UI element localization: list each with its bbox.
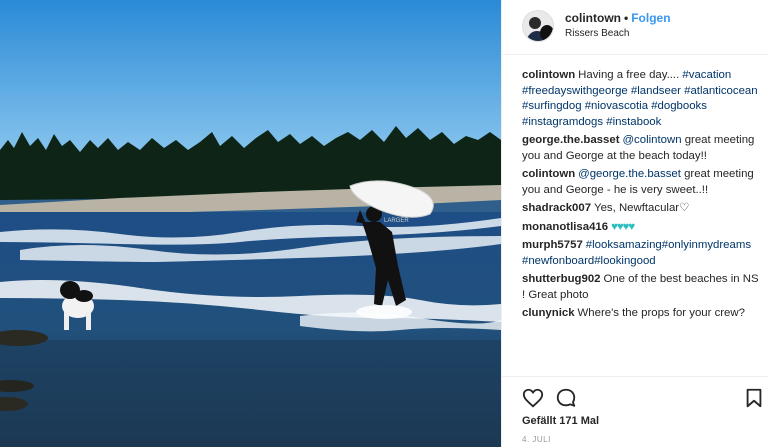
- comments-list: colintown Having a free day.... #vacation…: [522, 68, 764, 325]
- comment-item: shutterbug902 One of the best beaches in …: [522, 272, 764, 303]
- beach-surfer-dog-image: LARGER: [0, 0, 501, 447]
- avatar-image: [523, 11, 553, 41]
- post-sidebar: colintown • Folgen Rissers Beach colintown…: [501, 0, 768, 447]
- svg-text:LARGER: LARGER: [384, 218, 409, 224]
- comment-item: shadrack007 Yes, Newftacular♡: [522, 201, 764, 217]
- heart-outline-icon[interactable]: [522, 387, 544, 409]
- likes-count[interactable]: Gefällt 171 Mal: [522, 415, 599, 427]
- follow-button[interactable]: Folgen: [631, 11, 670, 25]
- hashtag-link[interactable]: #instagramdogs: [522, 116, 603, 128]
- hashtag-link[interactable]: #freedayswithgeorge: [522, 85, 628, 97]
- hashtag-link[interactable]: #onlyinmydreams: [662, 239, 751, 251]
- hashtag-link[interactable]: #instabook: [606, 116, 661, 128]
- comment-text: Having a free day....: [578, 69, 683, 81]
- comment-item: george.the.basset @colintown great meetin…: [522, 133, 764, 164]
- hashtag-link[interactable]: @colintown: [622, 134, 681, 146]
- header-separator: •: [624, 11, 629, 25]
- comment-item: colintown @george.the.basset great meetin…: [522, 167, 764, 198]
- hashtag-link[interactable]: #surfingdog: [522, 100, 582, 112]
- avatar[interactable]: [522, 10, 554, 42]
- comment-username[interactable]: clunynick: [522, 307, 575, 319]
- comment-username[interactable]: shadrack007: [522, 202, 591, 214]
- comment-item: clunynick Where's the props for your crew…: [522, 306, 764, 322]
- hashtag-link[interactable]: #atlanticocean: [684, 85, 757, 97]
- comment-username[interactable]: monanotlisa416: [522, 221, 608, 233]
- hashtag-link[interactable]: #dogbooks: [651, 100, 707, 112]
- comment-text: Yes, Newftacular♡: [594, 202, 690, 214]
- comment-text: Where's the props for your crew?: [577, 307, 745, 319]
- hashtag-link[interactable]: #niovascotia: [585, 100, 648, 112]
- hashtag-link[interactable]: #landseer: [631, 85, 681, 97]
- location-link[interactable]: Rissers Beach: [565, 28, 629, 39]
- comment-username[interactable]: shutterbug902: [522, 273, 600, 285]
- comment-username[interactable]: george.the.basset: [522, 134, 619, 146]
- header-username[interactable]: colintown: [565, 11, 621, 25]
- bookmark-icon[interactable]: [743, 387, 765, 409]
- comment-item: monanotlisa416 ♥♥♥♥: [522, 220, 764, 236]
- hashtag-link[interactable]: #lookingood: [594, 255, 655, 267]
- post-date: 4. JULI: [522, 435, 551, 444]
- heart-emoji-icon: ♥♥♥♥: [611, 220, 635, 233]
- comment-item: colintown Having a free day.... #vacation…: [522, 68, 764, 130]
- action-bar: [502, 376, 768, 416]
- post-photo[interactable]: LARGER: [0, 0, 501, 447]
- comment-item: murph5757 #looksamazing#onlyinmydreams #n…: [522, 238, 764, 269]
- post-header: colintown • Folgen Rissers Beach: [502, 0, 768, 55]
- hashtag-link[interactable]: #newfonboard: [522, 255, 594, 267]
- hashtag-link[interactable]: #looksamazing: [586, 239, 662, 251]
- comment-username[interactable]: murph5757: [522, 239, 583, 251]
- header-user-row: colintown • Folgen: [565, 11, 671, 25]
- speech-bubble-icon[interactable]: [555, 387, 577, 409]
- hashtag-link[interactable]: #vacation: [682, 69, 731, 81]
- hashtag-link[interactable]: @george.the.basset: [578, 168, 681, 180]
- comment-username[interactable]: colintown: [522, 69, 575, 81]
- comment-username[interactable]: colintown: [522, 168, 575, 180]
